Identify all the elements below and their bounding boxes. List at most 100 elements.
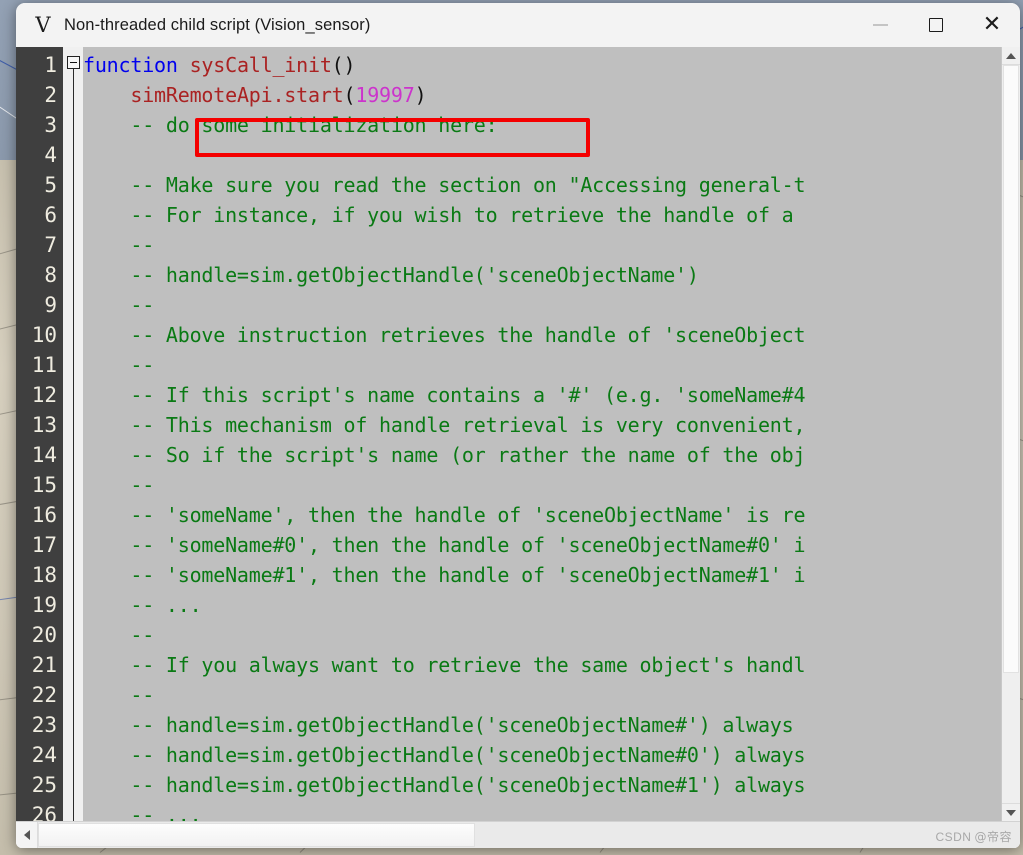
line-number: 21 [31, 653, 57, 677]
code-token-comment: -- 'someName', then the handle of 'scene… [83, 503, 806, 527]
code-line[interactable]: -- handle=sim.getObjectHandle('sceneObje… [83, 260, 1001, 290]
close-icon: ✕ [982, 12, 1002, 37]
code-token-comment: -- [83, 293, 155, 317]
code-token-comment: -- 'someName#0', then the handle of 'sce… [83, 533, 806, 557]
line-number: 26 [31, 803, 57, 821]
code-token-comment: -- do some initialization here: [83, 113, 498, 137]
code-token-number: 19997 [355, 83, 415, 107]
code-line[interactable]: -- [83, 620, 1001, 650]
code-line[interactable]: -- handle=sim.getObjectHandle('sceneObje… [83, 710, 1001, 740]
code-editor-area[interactable]: 1 2 3 4 5 6 7 8 9 10 11 12 13 14 15 16 17 18 19 20 21 22 23 24 2… [16, 47, 1020, 821]
line-number: 10 [31, 323, 57, 347]
vertical-scroll-thumb[interactable] [1003, 65, 1019, 673]
code-line[interactable]: -- If this script's name contains a '#' … [83, 380, 1001, 410]
code-line[interactable]: -- For instance, if you wish to retrieve… [83, 200, 1001, 230]
code-line[interactable]: -- handle=sim.getObjectHandle('sceneObje… [83, 770, 1001, 800]
code-token-keyword: function [83, 53, 190, 77]
code-token-comment: -- handle=sim.getObjectHandle('sceneObje… [83, 773, 806, 797]
code-line[interactable]: -- handle=sim.getObjectHandle('sceneObje… [83, 740, 1001, 770]
line-number: 12 [31, 383, 57, 407]
minimize-icon [872, 24, 888, 26]
scroll-up-button[interactable] [1002, 47, 1020, 65]
code-line[interactable]: -- 'someName#1', then the handle of 'sce… [83, 560, 1001, 590]
code-token-comment: -- Make sure you read the section on "Ac… [83, 173, 806, 197]
chevron-down-icon [1006, 809, 1016, 816]
code-token-comment: -- [83, 473, 155, 497]
code-token-comment: -- ... [83, 803, 202, 821]
code-token-comment: -- 'someName#1', then the handle of 'sce… [83, 563, 806, 587]
code-line[interactable] [83, 140, 1001, 170]
line-number: 16 [31, 503, 57, 527]
code-line[interactable]: -- Make sure you read the section on "Ac… [83, 170, 1001, 200]
code-line[interactable]: -- [83, 470, 1001, 500]
line-number: 24 [31, 743, 57, 767]
code-token-punct: ) [414, 83, 427, 107]
line-number: 4 [44, 143, 57, 167]
code-token-comment: -- [83, 233, 155, 257]
window-title: Non-threaded child script (Vision_sensor… [64, 15, 371, 34]
line-number: 19 [31, 593, 57, 617]
scroll-down-button[interactable] [1002, 803, 1020, 821]
title-bar[interactable]: Ⅴ Non-threaded child script (Vision_sens… [16, 3, 1020, 47]
line-number: 15 [31, 473, 57, 497]
line-number: 20 [31, 623, 57, 647]
code-fold-column[interactable] [63, 47, 83, 821]
code-line[interactable]: -- [83, 230, 1001, 260]
line-number: 18 [31, 563, 57, 587]
line-number: 1 [44, 53, 57, 77]
line-number-gutter: 1 2 3 4 5 6 7 8 9 10 11 12 13 14 15 16 17 18 19 20 21 22 23 24 2… [16, 47, 63, 821]
code-line[interactable]: -- [83, 680, 1001, 710]
code-line[interactable]: -- do some initialization here: [83, 110, 1001, 140]
code-token-comment: -- handle=sim.getObjectHandle('sceneObje… [83, 743, 806, 767]
horizontal-scroll-thumb[interactable] [38, 823, 475, 847]
horizontal-scroll-track[interactable] [38, 822, 1020, 848]
code-line[interactable]: -- Above instruction retrieves the handl… [83, 320, 1001, 350]
close-button[interactable]: ✕ [964, 3, 1020, 47]
code-line[interactable]: -- This mechanism of handle retrieval is… [83, 410, 1001, 440]
code-line[interactable]: -- 'someName', then the handle of 'scene… [83, 500, 1001, 530]
script-glyph-icon: Ⅴ [35, 12, 51, 37]
code-token-comment: -- This mechanism of handle retrieval is… [83, 413, 806, 437]
code-token-comment: -- If you always want to retrieve the sa… [83, 653, 806, 677]
code-line[interactable]: function sysCall_init() [83, 50, 1001, 80]
code-text-pane[interactable]: function sysCall_init() simRemoteApi.sta… [83, 47, 1001, 821]
line-number: 23 [31, 713, 57, 737]
horizontal-scrollbar[interactable]: CSDN @帝容 [16, 821, 1020, 848]
line-number: 22 [31, 683, 57, 707]
code-line[interactable]: -- ... [83, 800, 1001, 821]
code-line[interactable]: -- If you always want to retrieve the sa… [83, 650, 1001, 680]
code-line[interactable]: -- [83, 290, 1001, 320]
line-number: 25 [31, 773, 57, 797]
script-editor-window: Ⅴ Non-threaded child script (Vision_sens… [16, 3, 1020, 848]
line-number: 11 [31, 353, 57, 377]
code-line[interactable]: -- 'someName#0', then the handle of 'sce… [83, 530, 1001, 560]
vertical-scrollbar[interactable] [1001, 47, 1020, 821]
code-token-comment: -- handle=sim.getObjectHandle('sceneObje… [83, 713, 794, 737]
code-token-func: sysCall_init [189, 53, 332, 77]
maximize-button[interactable] [908, 3, 964, 47]
code-token-comment: -- If this script's name contains a '#' … [83, 383, 806, 407]
scroll-left-button[interactable] [16, 822, 38, 848]
code-token-comment: -- So if the script's name (or rather th… [83, 443, 806, 467]
code-line[interactable]: simRemoteApi.start(19997) [83, 80, 1001, 110]
line-number: 2 [44, 83, 57, 107]
code-token-ident: simRemoteApi.start [130, 83, 344, 107]
code-token-comment: -- Above instruction retrieves the handl… [83, 323, 806, 347]
code-line[interactable]: -- [83, 350, 1001, 380]
code-token-comment: -- [83, 353, 155, 377]
minimize-button[interactable] [852, 3, 908, 47]
line-number: 13 [31, 413, 57, 437]
code-line[interactable]: -- So if the script's name (or rather th… [83, 440, 1001, 470]
watermark-handle: @帝容 [974, 830, 1012, 844]
window-controls: ✕ [852, 3, 1020, 47]
code-line[interactable]: -- ... [83, 590, 1001, 620]
line-number: 6 [44, 203, 57, 227]
code-token-comment: -- [83, 683, 155, 707]
vertical-scroll-track[interactable] [1002, 65, 1020, 803]
fold-collapse-icon[interactable] [67, 56, 80, 69]
code-token-comment: -- For instance, if you wish to retrieve… [83, 203, 794, 227]
maximize-icon [929, 18, 943, 32]
code-token-punct: () [331, 53, 356, 77]
watermark: CSDN @帝容 [935, 828, 1012, 845]
